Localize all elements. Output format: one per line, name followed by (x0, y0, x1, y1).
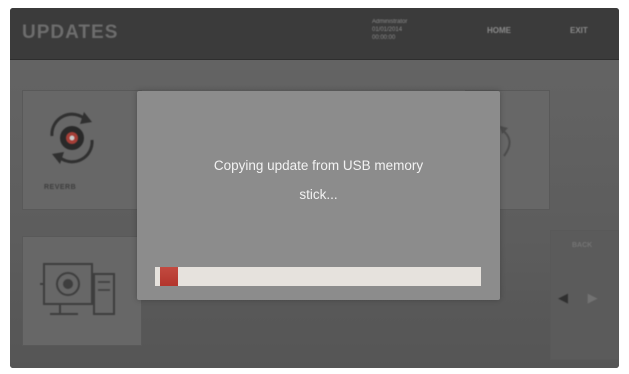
progress-bar-indicator (160, 267, 178, 286)
user-info-line: 00:00:00 (372, 35, 396, 41)
exit-button[interactable]: EXIT (570, 26, 588, 35)
user-info: Administrator 01/01/2014 00:00:00 (372, 18, 462, 42)
device-screen-frame: UPDATES Administrator 01/01/2014 00:00:0… (10, 8, 619, 368)
dialog-message-line: stick... (299, 187, 338, 202)
dialog-message-line: Copying update from USB memory (213, 158, 424, 173)
user-info-line: 01/01/2014 (372, 27, 403, 33)
dialog-message: Copying update from USB memory stick... (137, 151, 500, 209)
header-bar: UPDATES Administrator 01/01/2014 00:00:0… (10, 8, 619, 60)
update-progress-dialog: Copying update from USB memory stick... (137, 91, 500, 300)
progress-bar (155, 267, 481, 286)
home-button[interactable]: HOME (487, 26, 511, 35)
screen: UPDATES Administrator 01/01/2014 00:00:0… (10, 8, 619, 368)
user-info-line: Administrator (372, 19, 408, 25)
page-title: UPDATES (22, 22, 119, 43)
